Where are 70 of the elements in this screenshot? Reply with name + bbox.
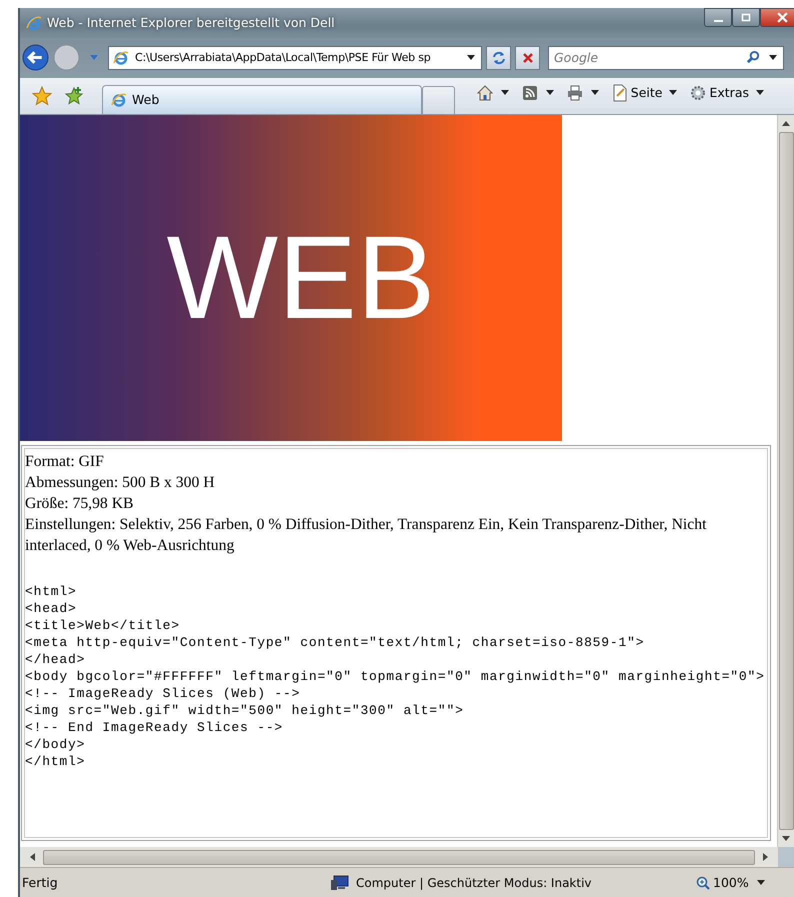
caret-icon: [756, 90, 764, 96]
info-line: Einstellungen: Selektiv, 256 Farben, 0 % Diffusion-Dither, Transparenz Ein, Kein Transparenz-Dither, Nicht interlaced, 0 % Web-Ausrichtung: [25, 514, 708, 556]
address-text: C:\Users\Arrabiata\AppData\Local\Temp\PSE Für Web sp: [135, 51, 432, 64]
code-line: </html>: [25, 752, 86, 770]
computer-icon: [330, 874, 350, 892]
stop-button[interactable]: [515, 46, 540, 70]
command-button[interactable]: Seite: [610, 84, 678, 102]
zoom-icon: [696, 876, 710, 890]
caret-icon: [546, 90, 554, 96]
minimize-icon: [714, 20, 722, 22]
caret-icon: [669, 90, 678, 96]
code-line: <title>Web</title>: [25, 616, 181, 634]
vertical-scrollbar[interactable]: [777, 114, 794, 848]
caret-icon[interactable]: [769, 55, 777, 60]
command-button[interactable]: Extras: [689, 84, 764, 102]
web-banner-image: WEB: [20, 114, 562, 441]
window-title: Web - Internet Explorer bereitgestellt von Dell: [47, 15, 335, 30]
refresh-icon: [492, 50, 506, 65]
code-line: <!-- End ImageReady Slices -->: [25, 718, 284, 736]
code-line: </head>: [25, 650, 86, 668]
new-tab-button[interactable]: [422, 86, 455, 114]
refresh-button[interactable]: [486, 46, 511, 70]
home-icon: [476, 84, 494, 102]
horizontal-scrollbar[interactable]: [20, 847, 778, 868]
close-icon: [776, 12, 788, 23]
code-line: </body>: [25, 736, 86, 753]
scroll-thumb[interactable]: [43, 850, 755, 865]
code-line: <html>: [25, 582, 78, 600]
security-zone-text: Computer | Geschützter Modus: Inaktiv: [356, 876, 593, 890]
command-button[interactable]: [520, 84, 554, 102]
caret-icon[interactable]: [467, 55, 475, 60]
search-icon[interactable]: [746, 50, 761, 66]
info-line: Format: GIF: [25, 452, 105, 472]
code-line: <body bgcolor="#FFFFFF" leftmargin="0" topmargin="0" marginwidth="0" marginheight="0">: [25, 668, 766, 685]
page-icon: [610, 84, 629, 102]
page-icon: [111, 92, 127, 108]
printer-icon: [566, 84, 584, 102]
browser-tab[interactable]: Web: [102, 84, 422, 114]
stop-icon: [522, 52, 534, 64]
status-text: Fertig: [21, 875, 59, 890]
code-line: <img src="Web.gif" width="500" height="300" alt="">: [25, 702, 465, 719]
close-button[interactable]: [760, 8, 794, 27]
scroll-up-icon[interactable]: [782, 120, 790, 126]
code-line: <meta http-equiv="Content-Type" content="text/html; charset=iso-8859-1">: [25, 634, 646, 651]
add-favorite-icon[interactable]: [64, 86, 84, 106]
command-button[interactable]: [476, 84, 509, 102]
code-line: <head>: [25, 600, 78, 617]
scroll-thumb[interactable]: [778, 132, 794, 830]
minimize-button[interactable]: [704, 8, 732, 27]
maximize-button[interactable]: [732, 8, 760, 27]
gear-icon: [689, 84, 708, 102]
zoom-button[interactable]: 100%: [696, 875, 765, 890]
caret-icon: [756, 880, 765, 886]
back-button[interactable]: [22, 44, 49, 72]
info-line: Größe: 75,98 KB: [25, 494, 134, 514]
info-line: Abmessungen: 500 B x 300 H: [25, 472, 216, 493]
maximize-icon: [741, 12, 751, 22]
caret-icon: [590, 90, 599, 96]
scroll-down-icon[interactable]: [782, 836, 790, 842]
scroll-right-icon[interactable]: [763, 853, 768, 862]
command-button[interactable]: [566, 84, 599, 102]
browser-logo-icon: [26, 14, 42, 31]
scroll-left-icon[interactable]: [30, 853, 35, 862]
favorites-star-icon[interactable]: [32, 86, 52, 106]
caret-icon: [500, 90, 509, 96]
page-icon: [113, 50, 129, 66]
feed-icon: [520, 84, 539, 102]
code-line: <!-- ImageReady Slices (Web) -->: [25, 684, 302, 702]
search-field[interactable]: Google: [548, 46, 784, 70]
address-field[interactable]: C:\Users\Arrabiata\AppData\Local\Temp\PSE Für Web sp: [108, 46, 482, 70]
